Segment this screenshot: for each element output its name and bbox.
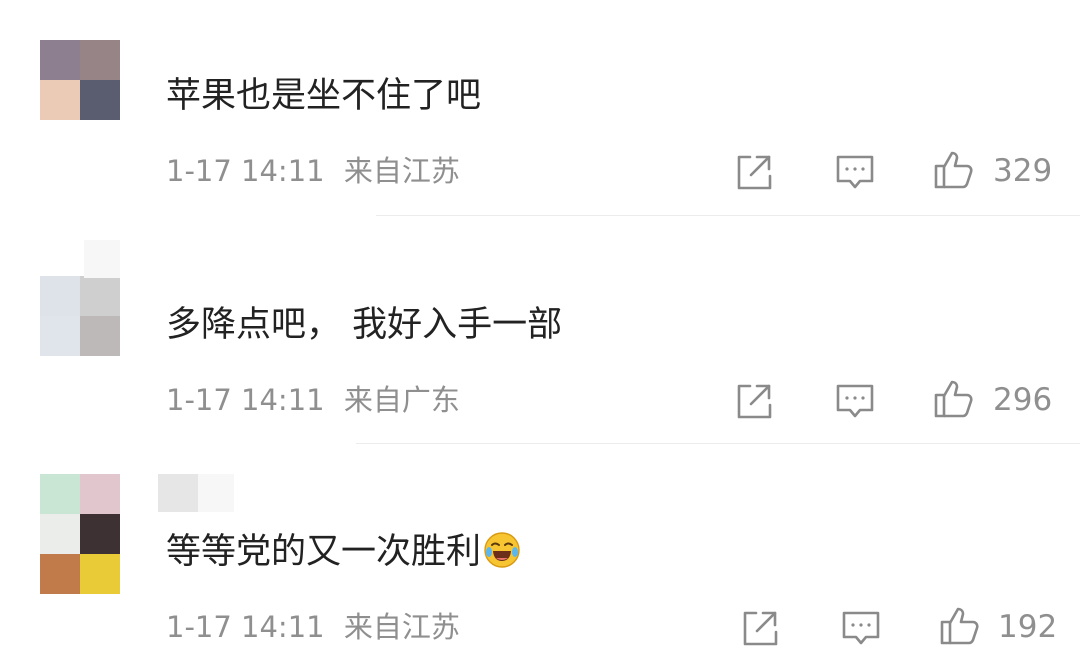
avatar-tile [40, 474, 80, 514]
like-button[interactable] [933, 149, 975, 191]
comment-time: 1-17 14:11 [166, 383, 325, 417]
avatar-tile [80, 554, 120, 594]
avatar[interactable] [40, 276, 120, 356]
avatar-tile [80, 514, 120, 554]
like-count: 296 [993, 382, 1053, 418]
avatar-tile [80, 276, 120, 316]
comment-item: 多降点吧， 我好入手一部 1-17 14:11 来自广东 296 [0, 216, 1080, 444]
comment-icon [836, 155, 874, 189]
avatar-tile [40, 316, 80, 356]
comment-time: 1-17 14:11 [166, 610, 325, 644]
comment-text: 多降点吧， 我好入手一部 [166, 305, 563, 345]
share-button[interactable] [739, 607, 781, 649]
like-count: 329 [993, 153, 1053, 189]
share-icon [737, 384, 772, 419]
avatar[interactable] [40, 474, 120, 594]
share-icon [743, 611, 778, 646]
avatar-tile [40, 80, 80, 120]
username-placeholder [84, 240, 120, 278]
comment-time: 1-17 14:11 [166, 154, 325, 188]
share-button[interactable] [733, 151, 775, 193]
comment-button[interactable] [834, 151, 876, 193]
share-icon [737, 155, 772, 190]
avatar-tile [80, 80, 120, 120]
laughing-crying-emoji-icon [483, 531, 521, 569]
avatar-tile [80, 474, 120, 514]
comment-meta: 1-17 14:11 来自江苏 [166, 153, 460, 189]
thumbs-up-icon [934, 380, 973, 418]
comment-text: 等等党的又一次胜利 [166, 530, 521, 574]
avatar-tile [40, 514, 80, 554]
comment-location: 来自广东 [343, 383, 460, 417]
username-placeholder [158, 474, 198, 512]
thumbs-up-icon [934, 151, 973, 189]
comment-location: 来自江苏 [343, 154, 460, 188]
comment-meta: 1-17 14:11 来自广东 [166, 382, 460, 418]
comment-item: 等等党的又一次胜利 1-17 14:11 来自江苏 192 [0, 444, 1080, 662]
comment-button[interactable] [840, 607, 882, 649]
comment-icon [842, 611, 880, 645]
like-button[interactable] [939, 605, 981, 647]
comment-text-content: 等等党的又一次胜利 [166, 532, 482, 572]
like-button[interactable] [933, 378, 975, 420]
avatar[interactable] [40, 40, 120, 120]
username-placeholder [198, 474, 234, 512]
like-count: 192 [998, 609, 1058, 645]
comment-meta: 1-17 14:11 来自江苏 [166, 609, 460, 645]
avatar-tile [40, 554, 80, 594]
comment-text: 苹果也是坐不住了吧 [166, 76, 482, 116]
avatar-tile [80, 40, 120, 80]
share-button[interactable] [733, 380, 775, 422]
avatar-tile [40, 40, 80, 80]
thumbs-up-icon [940, 607, 979, 645]
comment-item: 苹果也是坐不住了吧 1-17 14:11 来自江苏 329 [0, 0, 1080, 216]
avatar-tile [40, 276, 80, 316]
comment-button[interactable] [834, 380, 876, 422]
comment-location: 来自江苏 [343, 610, 460, 644]
avatar-tile [80, 316, 120, 356]
comment-icon [836, 384, 874, 418]
